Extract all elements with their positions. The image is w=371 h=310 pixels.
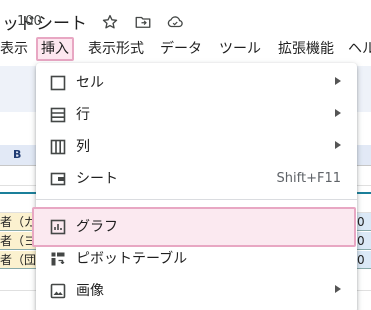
insert-menu-lower: グラフ ピボットテーブル 画像 <box>36 63 357 310</box>
menu-item-label: 画像 <box>76 283 104 299</box>
sheet-cell[interactable]: 0 <box>357 213 371 231</box>
menu-format[interactable]: 表示形式 <box>88 37 144 61</box>
menu-item-image[interactable]: 画像 <box>36 275 357 307</box>
column-header-b[interactable]: B <box>13 148 21 161</box>
menu-item-chart[interactable]: グラフ <box>36 211 357 243</box>
sheet-cell[interactable]: 0 <box>357 232 371 250</box>
menu-item-label: ピボットテーブル <box>76 251 188 267</box>
menu-insert[interactable]: 挿入 <box>36 37 74 61</box>
menu-item-pivot-table[interactable]: ピボットテーブル <box>36 243 357 275</box>
submenu-arrow-icon <box>335 285 341 293</box>
pivot-table-icon <box>50 251 66 267</box>
menu-help[interactable]: ヘル <box>348 37 371 61</box>
menubar: 表示 挿入 表示形式 データ ツール 拡張機能 ヘル <box>0 37 371 61</box>
sheet-cell[interactable]: 者（団 <box>0 251 36 269</box>
menu-view[interactable]: 表示 <box>0 37 28 61</box>
sheet-cell[interactable]: 者（ヨ <box>0 232 36 250</box>
menu-item-label: グラフ <box>76 219 118 235</box>
sheet-cell[interactable]: 者（ガ <box>0 213 36 231</box>
document-title[interactable]: ッドシート <box>2 9 87 34</box>
chart-icon <box>50 219 66 235</box>
sheet-cell[interactable]: 0 <box>357 251 371 269</box>
menu-extensions[interactable]: 拡張機能 <box>278 37 334 61</box>
menu-tools[interactable]: ツール <box>219 37 261 61</box>
menu-data[interactable]: データ <box>160 37 202 61</box>
move-to-folder-icon[interactable] <box>133 12 153 32</box>
zoom-select[interactable]: 100 <box>17 14 42 29</box>
cloud-status-icon[interactable] <box>165 12 185 32</box>
star-icon[interactable] <box>100 12 120 32</box>
image-icon <box>50 283 66 299</box>
